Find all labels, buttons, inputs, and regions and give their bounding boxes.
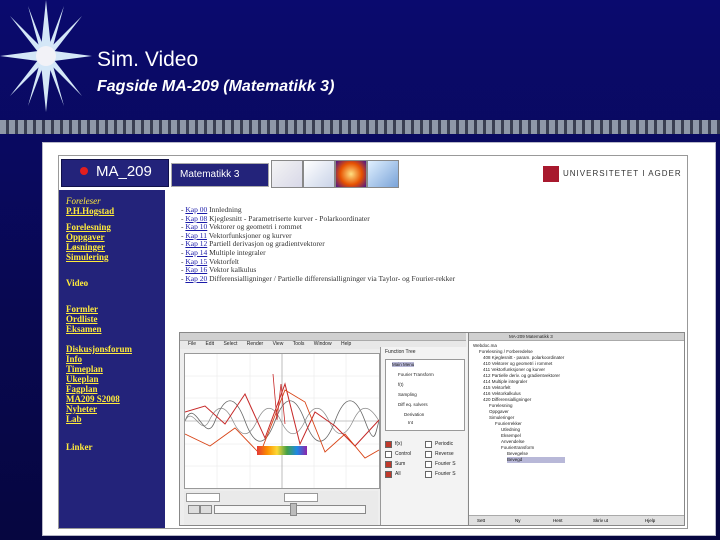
tree-item[interactable]: Fourier Transform [398,372,434,377]
nav-losninger[interactable]: Løsninger [66,242,111,252]
window-titlebar: MA-209 Matematikk 3 [469,333,684,341]
function-panel: Function Tree Main Menu Fourier Transfor… [380,347,467,525]
chapter-list: - Kap 00 Innledning - Kap 08 Kjeglesnitt… [181,205,541,284]
divider-bar [0,120,720,134]
option-checkboxes: f(x) Periodic Control Reverse Sum Fourier S… [385,439,465,479]
sett-button[interactable]: Sett [477,518,485,523]
checkbox[interactable]: Periodic [425,440,465,448]
checkbox[interactable]: Sum [385,460,425,468]
panel-title: Function Tree [385,349,416,355]
tree-item[interactable]: Diff eq. solvers [398,402,428,407]
nav-formler[interactable]: Formler [66,304,102,314]
menu-item[interactable]: Select [223,341,237,347]
tree-node-selected[interactable]: Bevegd [507,457,565,463]
nav-linker[interactable]: Linker [66,442,93,452]
menu-item[interactable]: Tools [293,341,305,347]
window-buttons: Sett Ny Hent Skriv ut Hjelp [469,515,684,525]
page-header: MA_209 Matematikk 3 UNIVERSITETET I AGDE… [59,156,687,190]
lecturer-label: Foreleser [66,196,101,206]
plot-controls [184,491,378,525]
course-webpage: MA_209 Matematikk 3 UNIVERSITETET I AGDE… [58,155,688,529]
print-button[interactable]: Skriv ut [593,518,608,523]
nav-eksamen[interactable]: Eksamen [66,324,102,334]
signal-plot [184,353,380,489]
checkbox[interactable]: f(x) [385,440,425,448]
course-code: MA_209 [96,163,152,180]
ny-button[interactable]: Ny [515,518,521,523]
checkbox[interactable]: Reverse [425,450,465,458]
nav-oppgaver[interactable]: Oppgaver [66,232,111,242]
thumbnail-heatmap-icon[interactable] [335,160,367,188]
nav-forelesning[interactable]: Forelesning [66,222,111,232]
lecturer-link[interactable]: P.H.Hogstad [66,206,114,216]
control-button[interactable] [200,505,212,514]
menu-item[interactable]: Edit [205,341,214,347]
sidebar: Foreleser P.H.Hogstad Forelesning Oppgav… [59,190,165,528]
help-button[interactable]: Hjelp [645,518,655,523]
window-title: MA-209 Matematikk 3 [509,334,553,339]
tree-item[interactable]: Sampling [398,392,417,397]
document-tree-window: MA-209 Matematikk 3 Webdoc.ma Forelesnin… [468,333,684,525]
nav-ma209-s2008[interactable]: MA209 S2008 [66,394,132,404]
tree-node[interactable]: Bevegelse [473,451,681,457]
nav-fagplan[interactable]: Fagplan [66,384,132,394]
university-name: UNIVERSITETET I AGDER [563,169,682,178]
color-spectrum [257,446,307,455]
thumbnail-plot-icon[interactable] [271,160,303,188]
function-tree: Main Menu Fourier Transform f(t) Samplin… [385,359,465,431]
slide-title: Sim. Video [97,48,199,71]
nav-timeplan[interactable]: Timeplan [66,364,132,374]
nav-nyheter[interactable]: Nyheter [66,404,132,414]
menu-item[interactable]: Help [341,341,351,347]
tree-item[interactable]: Main Menu [392,362,415,367]
checkbox[interactable]: Fourier S [425,460,465,468]
hent-button[interactable]: Hent [553,518,563,523]
checkbox[interactable]: All [385,470,425,478]
nav-ordliste[interactable]: Ordliste [66,314,102,324]
app-toolbar [180,333,466,341]
menu-item[interactable]: View [273,341,284,347]
document-tree: Webdoc.ma Forelesning / Forberedelse 408… [473,343,681,463]
tree-item[interactable]: Derivation [404,412,424,417]
param-input[interactable] [284,493,318,502]
course-name-box: Matematikk 3 [171,163,269,187]
webpage-screenshot: MA_209 Matematikk 3 UNIVERSITETET I AGDE… [42,142,716,536]
nav-video[interactable]: Video [66,278,88,288]
tree-item[interactable]: f(t) [398,382,404,387]
chapter-item[interactable]: - Kap 20 Differensialligninger / Partiel… [181,274,541,284]
menu-item[interactable]: Render [247,341,263,347]
control-button[interactable] [188,505,200,514]
checkbox[interactable]: Fourier S [425,470,465,478]
nav-lab[interactable]: Lab [66,414,132,424]
course-code-box: MA_209 [61,159,169,187]
simulation-app-screenshot: File Edit Select Render View Tools Windo… [179,332,685,526]
checkbox[interactable]: Control [385,450,425,458]
thumbnail-graph-icon[interactable] [303,160,335,188]
nav-ukeplan[interactable]: Ukeplan [66,374,132,384]
thumbnail-surface-icon[interactable] [367,160,399,188]
menu-item[interactable]: Window [314,341,332,347]
slide-subtitle: Fagside MA-209 (Matematikk 3) [97,78,335,95]
nav-diskusjonsforum[interactable]: Diskusjonsforum [66,344,132,354]
nav-info[interactable]: Info [66,354,132,364]
university-logo-icon [543,166,559,182]
tree-item[interactable]: Int [408,420,413,425]
menu-item[interactable]: File [188,341,196,347]
param-input[interactable] [186,493,220,502]
course-name: Matematikk 3 [180,169,240,180]
nav-simulering[interactable]: Simulering [66,252,111,262]
slider-handle[interactable] [290,503,297,516]
bullet-icon [80,167,88,175]
